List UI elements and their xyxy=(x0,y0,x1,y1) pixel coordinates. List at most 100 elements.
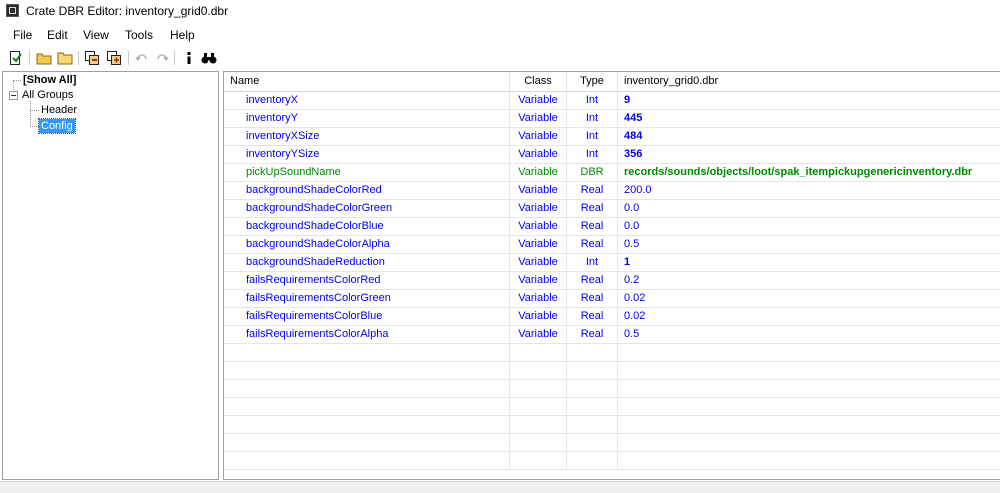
cell-type: Int xyxy=(567,254,618,271)
column-header-value[interactable]: inventory_grid0.dbr xyxy=(618,72,1000,91)
column-header-class[interactable]: Class xyxy=(510,72,567,91)
cell-class: Variable xyxy=(510,218,567,235)
open-folder-icon[interactable] xyxy=(36,50,52,66)
menu-tools[interactable]: Tools xyxy=(125,28,153,42)
tree-item-all-groups[interactable]: All Groups xyxy=(22,89,73,101)
paste-record-icon[interactable] xyxy=(106,50,122,66)
collapse-toggle[interactable] xyxy=(9,91,18,100)
table-row[interactable]: backgroundShadeColorRed Variable Real 200.0 xyxy=(224,182,1000,200)
empty-cell xyxy=(510,398,567,415)
cell-class: Variable xyxy=(510,254,567,271)
cell-name: backgroundShadeColorGreen xyxy=(224,200,510,217)
table-row[interactable]: inventoryYSize Variable Int 356 xyxy=(224,146,1000,164)
empty-row xyxy=(224,380,1000,398)
cell-value[interactable]: 0.02 xyxy=(618,290,1000,307)
menu-bar: File Edit View Tools Help xyxy=(0,25,1000,45)
empty-row xyxy=(224,416,1000,434)
cell-value[interactable]: 445 xyxy=(618,110,1000,127)
cell-name: failsRequirementsColorGreen xyxy=(224,290,510,307)
copy-record-icon[interactable] xyxy=(84,50,100,66)
empty-row xyxy=(224,434,1000,452)
cell-value[interactable]: records/sounds/objects/loot/spak_itempic… xyxy=(618,164,1000,181)
find-icon[interactable] xyxy=(201,50,217,66)
toolbar xyxy=(0,46,1000,70)
cell-value[interactable]: 1 xyxy=(618,254,1000,271)
grid-header: Name Class Type inventory_grid0.dbr xyxy=(224,72,1000,92)
tree-item-show-all[interactable]: [Show All] xyxy=(23,74,76,86)
new-record-icon[interactable] xyxy=(8,50,24,66)
toolbar-separator xyxy=(174,51,175,65)
column-header-name[interactable]: Name xyxy=(224,72,510,91)
menu-edit[interactable]: Edit xyxy=(47,28,68,42)
cell-name: backgroundShadeColorAlpha xyxy=(224,236,510,253)
column-header-type[interactable]: Type xyxy=(567,72,618,91)
menu-file[interactable]: File xyxy=(13,28,32,42)
table-row[interactable]: failsRequirementsColorBlue Variable Real 0.… xyxy=(224,308,1000,326)
cell-value[interactable]: 484 xyxy=(618,128,1000,145)
cell-class: Variable xyxy=(510,128,567,145)
table-row[interactable]: inventoryXSize Variable Int 484 xyxy=(224,128,1000,146)
table-row[interactable]: backgroundShadeColorBlue Variable Real 0.0 xyxy=(224,218,1000,236)
table-row[interactable]: inventoryY Variable Int 445 xyxy=(224,110,1000,128)
cell-name: inventoryY xyxy=(224,110,510,127)
info-icon[interactable] xyxy=(181,50,197,66)
table-row[interactable]: inventoryX Variable Int 9 xyxy=(224,92,1000,110)
table-row[interactable]: backgroundShadeReduction Variable Int 1 xyxy=(224,254,1000,272)
table-row[interactable]: backgroundShadeColorAlpha Variable Real 0.5 xyxy=(224,236,1000,254)
cell-class: Variable xyxy=(510,308,567,325)
empty-cell xyxy=(510,452,567,469)
redo-icon[interactable] xyxy=(154,50,170,66)
empty-cell xyxy=(224,416,510,433)
table-row[interactable]: failsRequirementsColorAlpha Variable Real 0… xyxy=(224,326,1000,344)
cell-value[interactable]: 0.2 xyxy=(618,272,1000,289)
cell-class: Variable xyxy=(510,326,567,343)
undo-icon[interactable] xyxy=(134,50,150,66)
cell-type: DBR xyxy=(567,164,618,181)
cell-class: Variable xyxy=(510,182,567,199)
cell-class: Variable xyxy=(510,92,567,109)
cell-type: Real xyxy=(567,326,618,343)
menu-view[interactable]: View xyxy=(83,28,109,42)
cell-value[interactable]: 0.5 xyxy=(618,326,1000,343)
table-row[interactable]: pickUpSoundName Variable DBR records/sounds… xyxy=(224,164,1000,182)
cell-value[interactable]: 0.5 xyxy=(618,236,1000,253)
open-directory-icon[interactable] xyxy=(57,50,73,66)
cell-type: Real xyxy=(567,236,618,253)
cell-class: Variable xyxy=(510,236,567,253)
cell-value[interactable]: 0.0 xyxy=(618,200,1000,217)
group-tree[interactable]: [Show All] All Groups Header Config xyxy=(2,71,219,480)
table-row[interactable]: backgroundShadeColorGreen Variable Real 0.0 xyxy=(224,200,1000,218)
cell-value[interactable]: 0.0 xyxy=(618,218,1000,235)
cell-name: backgroundShadeColorRed xyxy=(224,182,510,199)
toolbar-separator xyxy=(29,51,30,65)
empty-cell xyxy=(510,344,567,361)
empty-cell xyxy=(510,380,567,397)
cell-type: Real xyxy=(567,290,618,307)
empty-cell xyxy=(567,452,618,469)
tree-connector xyxy=(13,80,21,81)
cell-type: Int xyxy=(567,110,618,127)
cell-type: Real xyxy=(567,182,618,199)
tree-item-config[interactable]: Config xyxy=(38,118,76,134)
table-row[interactable]: failsRequirementsColorRed Variable Real 0.2 xyxy=(224,272,1000,290)
menu-help[interactable]: Help xyxy=(170,28,195,42)
tree-item-header[interactable]: Header xyxy=(41,104,77,116)
empty-cell xyxy=(618,362,1000,379)
cell-value[interactable]: 200.0 xyxy=(618,182,1000,199)
cell-name: failsRequirementsColorAlpha xyxy=(224,326,510,343)
cell-name: failsRequirementsColorRed xyxy=(224,272,510,289)
empty-cell xyxy=(510,434,567,451)
cell-type: Real xyxy=(567,218,618,235)
app-icon xyxy=(6,4,19,17)
cell-value[interactable]: 9 xyxy=(618,92,1000,109)
tree-connector xyxy=(30,110,39,111)
properties-grid[interactable]: Name Class Type inventory_grid0.dbr inve… xyxy=(223,71,1000,480)
empty-cell xyxy=(567,398,618,415)
empty-cell xyxy=(224,362,510,379)
cell-name: failsRequirementsColorBlue xyxy=(224,308,510,325)
empty-row xyxy=(224,452,1000,470)
cell-value[interactable]: 356 xyxy=(618,146,1000,163)
table-row[interactable]: failsRequirementsColorGreen Variable Real 0… xyxy=(224,290,1000,308)
empty-cell xyxy=(567,416,618,433)
cell-value[interactable]: 0.02 xyxy=(618,308,1000,325)
